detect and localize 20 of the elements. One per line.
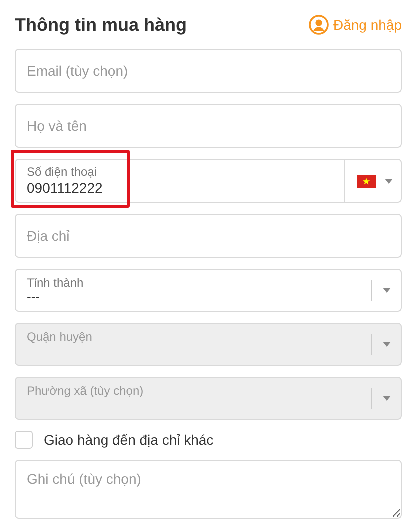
section-title: Thông tin mua hàng bbox=[15, 14, 187, 36]
checkbox[interactable] bbox=[15, 431, 33, 449]
field-label: Quận huyện bbox=[27, 330, 94, 344]
input-field[interactable]: Địa chỉ bbox=[15, 214, 402, 258]
input-field[interactable]: Họ và tên bbox=[15, 104, 402, 148]
caret-icon bbox=[383, 288, 391, 293]
select-value: --- bbox=[27, 290, 41, 304]
caret-icon bbox=[385, 178, 393, 184]
flag-icon bbox=[357, 174, 376, 188]
field-label: Số điện thoại bbox=[27, 165, 98, 179]
input-field[interactable]: Email (tùy chọn) bbox=[15, 49, 402, 93]
caret-icon bbox=[383, 342, 391, 347]
user-icon bbox=[309, 15, 330, 35]
caret-icon bbox=[383, 396, 391, 401]
phone-field[interactable]: Số điện thoại 0901112222 bbox=[15, 159, 402, 203]
field-label: Tỉnh thành bbox=[27, 276, 85, 290]
select-dropdown[interactable]: Tỉnh thành --- bbox=[15, 269, 402, 312]
note-field[interactable]: Ghi chú (tùy chọn) bbox=[15, 460, 402, 519]
checkbox-label: Giao hàng đến địa chỉ khác bbox=[44, 432, 214, 448]
field-label: Phường xã (tùy chọn) bbox=[27, 384, 145, 398]
